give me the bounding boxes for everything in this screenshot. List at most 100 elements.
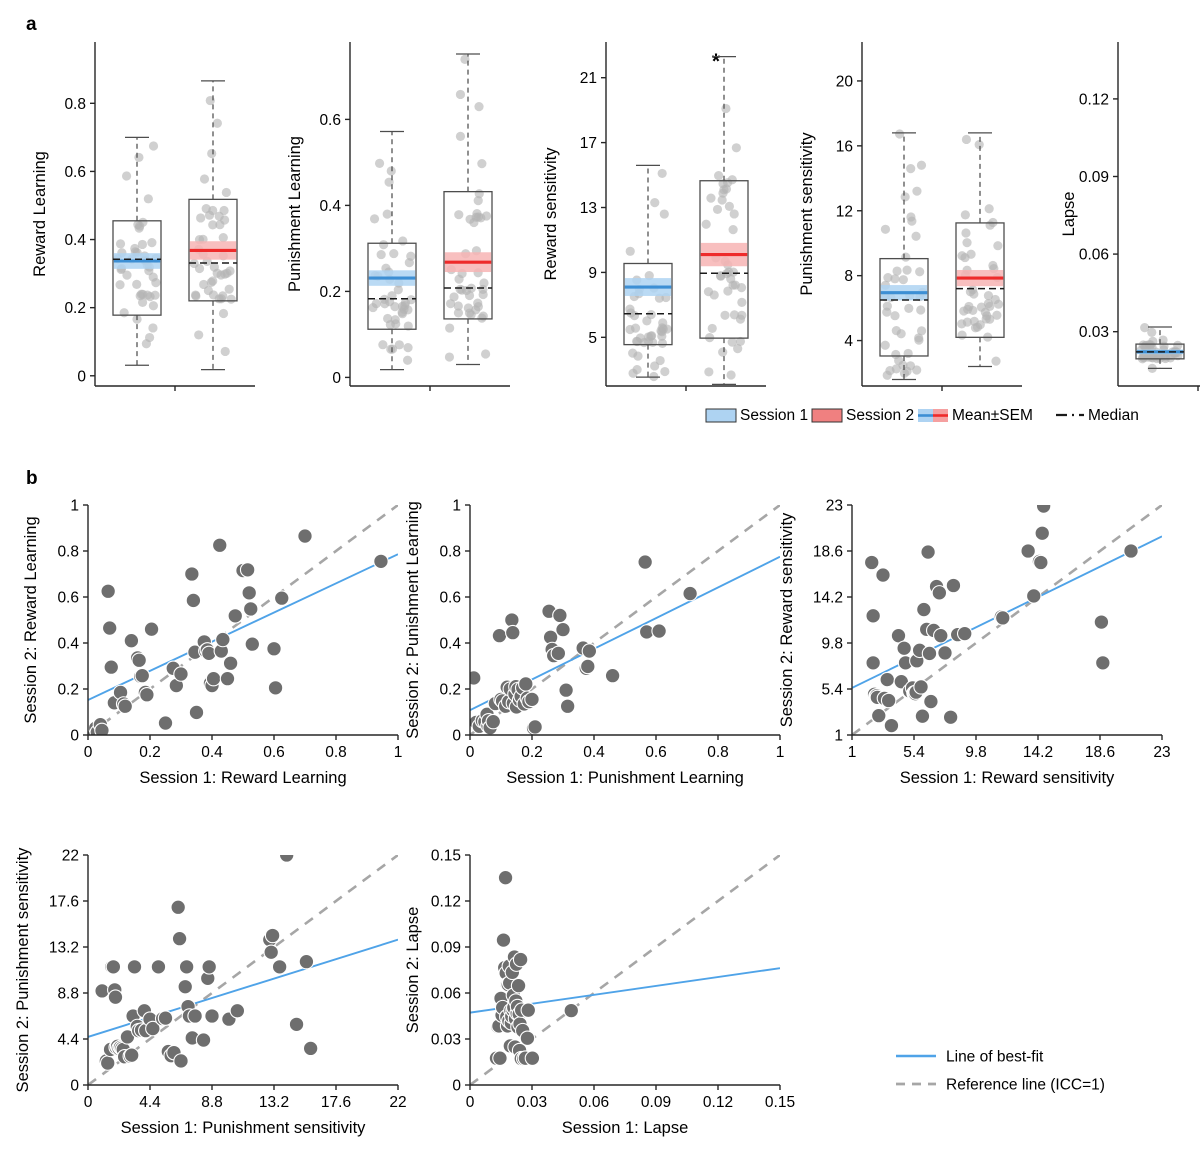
scatter-point — [143, 621, 160, 637]
scatter-point — [100, 583, 116, 599]
y-tick-label-4-4: 20 — [836, 73, 854, 90]
y-tick-label-4: 18.6 — [813, 544, 843, 561]
jitter-dot — [455, 131, 466, 141]
jitter-dot — [982, 311, 992, 321]
jitter-dot — [729, 310, 740, 320]
data-points-2 — [470, 554, 698, 735]
scatter-point — [173, 666, 189, 682]
jitter-dot — [406, 295, 416, 305]
x-axis-title: Session 1: Reward Learning — [139, 769, 346, 787]
x-tick-label-2: 9.8 — [965, 744, 987, 761]
jitter-dot — [477, 159, 487, 169]
scatter-point — [204, 1008, 220, 1024]
scatter-point — [558, 682, 574, 698]
x-axis-title: Session 1: Reward sensitivity — [900, 769, 1115, 787]
jitter-dot — [199, 174, 210, 184]
y-tick-label-5-2: 0.09 — [1079, 169, 1109, 186]
jitter-dot — [216, 270, 226, 280]
jitter-dot — [911, 231, 921, 241]
scatter-point — [373, 553, 389, 570]
x-tick-label-1: 4.4 — [139, 1094, 161, 1111]
scatter-point — [510, 977, 527, 994]
jitter-dot — [906, 164, 916, 174]
jitter-dot — [204, 210, 215, 220]
scatter-point — [126, 959, 143, 975]
scatter-point — [271, 959, 288, 975]
panel-a-group: a 0 0.2 0.4 0.6 0.8 Reward Learning 0 0.2 0.4 0.6 P… — [26, 14, 1200, 424]
jitter-dot — [712, 204, 723, 215]
x-tick-label-0: 1 — [848, 744, 857, 761]
jitter-dot — [912, 365, 922, 375]
y-tick-label-4: 0.8 — [57, 544, 79, 561]
scatter-point — [288, 1016, 305, 1033]
jitter-dot — [225, 266, 235, 276]
jitter-dots-4-2 — [957, 134, 1004, 366]
scatter-point — [505, 624, 521, 641]
scatter-point — [1020, 543, 1036, 559]
legend-swatch-session2 — [811, 408, 843, 423]
x-tick-label-4: 0.8 — [707, 744, 729, 761]
jitter-dot — [957, 319, 967, 329]
scatter-point — [485, 713, 501, 730]
y-tick-label-5: 1 — [70, 498, 79, 515]
legend-label-session1: Session 1 — [740, 407, 808, 424]
scatter-point — [105, 959, 122, 975]
scatter-point — [157, 1010, 174, 1026]
jitter-dot — [723, 286, 733, 296]
jitter-dot — [709, 290, 719, 300]
y-tick-label-2-0: 0 — [332, 370, 341, 387]
scatter-point — [103, 659, 120, 675]
x-tick-label-3: 0.6 — [263, 744, 285, 761]
scatter-point — [264, 927, 281, 944]
jitter-dot — [191, 291, 201, 301]
y-tick-label-4-2: 12 — [836, 203, 853, 220]
jitter-dot — [376, 249, 386, 260]
x-tick-label-0: 0 — [84, 1094, 93, 1111]
scatter-point — [107, 989, 124, 1005]
scatter-plot-2: 0 0.2 0.4 0.6 0.8 1 0 0.2 0.4 0.6 0.8 1 Session 1: P… — [404, 498, 784, 788]
jitter-dot — [991, 356, 1001, 366]
jitter-dot — [212, 118, 222, 128]
scatter-point — [871, 707, 887, 724]
jitter-dot — [914, 335, 924, 345]
jitter-dot — [481, 211, 492, 221]
jitter-dot — [1141, 340, 1151, 351]
jitter-dot — [1147, 327, 1157, 337]
scatter-point — [933, 627, 949, 644]
jitter-dot — [143, 194, 153, 204]
jitter-dot — [383, 313, 393, 324]
scatter-point — [550, 645, 567, 662]
jitter-dot — [144, 332, 155, 343]
y-tick-label-1-0: 0 — [77, 368, 86, 385]
jitter-dot — [221, 187, 231, 198]
y-tick-label-5: 0.15 — [431, 848, 461, 865]
jitter-dot — [469, 217, 479, 228]
jitter-dot — [916, 305, 926, 315]
plot-area-1 — [88, 505, 398, 735]
jitter-dot — [655, 355, 665, 366]
plot-area-5 — [470, 855, 780, 1085]
jitter-dot — [724, 267, 734, 277]
scatter-point — [995, 610, 1011, 626]
scatter-point — [563, 1002, 580, 1019]
jitter-dot — [218, 308, 229, 319]
jitter-dot — [728, 224, 738, 235]
scatter-point — [212, 537, 228, 553]
y-axis-title-4: Punishment sensitivity — [798, 132, 816, 296]
jitter-dot — [726, 370, 736, 380]
jitter-dot — [391, 319, 401, 329]
x-axis-title: Session 1: Punishment sensitivity — [121, 1119, 367, 1137]
y-tick-label-3: 0.6 — [439, 590, 461, 607]
jitter-dot — [224, 284, 234, 294]
jitter-dot — [445, 323, 455, 333]
jitter-dot — [374, 158, 385, 168]
scatter-point — [302, 1040, 319, 1057]
y-tick-label-1: 4.4 — [57, 1032, 79, 1049]
y-axis-title: Session 2: Punishment Learning — [404, 501, 422, 739]
jitter-dot — [628, 348, 638, 358]
jitter-dot — [216, 294, 226, 304]
jitter-dot — [731, 143, 741, 153]
scatter-point — [1034, 525, 1050, 541]
scatter-point — [244, 636, 261, 652]
scatter-point — [527, 719, 543, 735]
